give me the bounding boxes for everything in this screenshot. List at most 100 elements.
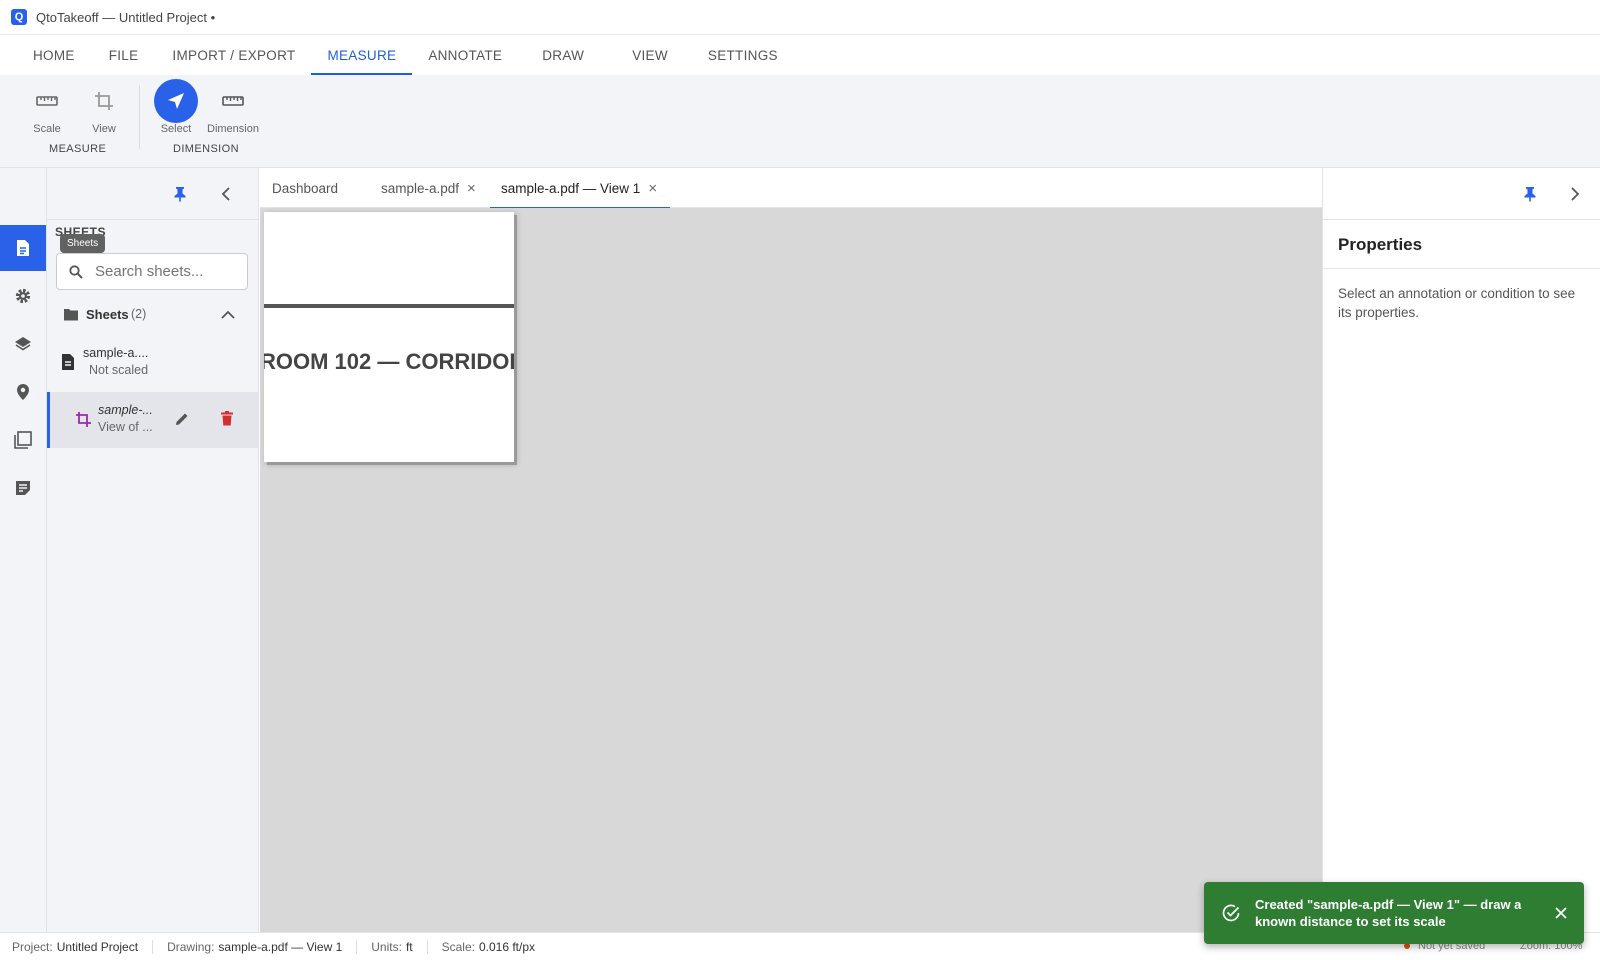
view-tool-button[interactable]: View [82,79,126,135]
check-circle-icon [1222,904,1240,922]
ribbon-divider [139,85,140,149]
search-sheets-field[interactable] [56,253,248,290]
dimension-group-label: DIMENSION [173,143,239,155]
menu-tab-file[interactable]: FILE [91,35,157,75]
sheet-room-label: ROOM 102 — CORRIDOR [264,349,514,375]
status-drawing-label: Drawing: [167,939,215,954]
status-project-value: Untitled Project [56,939,139,954]
menu-tab-draw[interactable]: DRAW [518,35,608,75]
scale-tool-button[interactable]: Scale [25,79,69,135]
menu-tab-measure[interactable]: MEASURE [311,35,413,75]
menu-tab-home[interactable]: HOME [17,35,91,75]
folder-label: Sheets [86,307,129,322]
layers-icon [15,337,31,351]
toast-notification: Created "sample-a.pdf — View 1" — draw a… [1204,882,1584,944]
dimension-tool-button[interactable]: Dimension [207,79,259,135]
chevron-up-icon[interactable] [221,310,235,319]
rail-pages-button[interactable] [0,417,46,463]
properties-panel-header [1323,168,1600,220]
dimension-tool-label: Dimension [207,123,259,135]
tab-dashboard[interactable]: Dashboard [272,168,338,208]
ruler-icon [211,79,255,123]
menu-tab-settings[interactable]: SETTINGS [692,35,794,75]
drawing-sheet: ROOM 102 — CORRIDOR [264,212,514,462]
rail-layers-button[interactable] [0,321,46,367]
crop-icon [76,412,91,427]
document-tab-bar: Dashboard sample-a.pdf × sample-a.pdf — … [260,168,1322,209]
ribbon-toolbar: Scale View Select Dimension MEASURE DIME… [0,75,1600,168]
status-project: Project: Untitled Project [12,939,154,954]
tab-sample-a-view-1[interactable]: sample-a.pdf — View 1 × [489,168,671,209]
main-menu: HOME FILE IMPORT / EXPORT MEASURE ANNOTA… [0,35,1600,75]
select-tool-button[interactable]: Select [154,79,198,135]
rail-settings-button[interactable] [0,273,46,319]
rail-locations-button[interactable] [0,369,46,415]
tab-label: sample-a.pdf — View 1 [501,180,641,196]
document-icon [17,240,29,256]
properties-divider [1323,268,1600,269]
properties-title: Properties [1338,235,1423,254]
window-title: QtoTakeoff — Untitled Project • [36,9,216,25]
sheets-panel: SHEETS Sheets Sheets (2) sample-a.... No… [47,168,259,932]
title-bar: Q QtoTakeoff — Untitled Project • [0,0,1600,35]
menu-tab-view[interactable]: VIEW [608,35,692,75]
sheets-folder-row[interactable]: Sheets (2) [47,300,258,328]
sheet-wall-line [264,304,514,308]
chevron-right-icon[interactable] [1570,187,1580,201]
tab-label: Dashboard [272,180,339,196]
folder-icon [64,309,78,321]
note-icon [16,481,30,495]
status-drawing: Drawing: sample-a.pdf — View 1 [167,939,358,954]
status-units-value: ft [405,939,413,954]
navigate-arrow-icon [154,79,198,123]
search-input[interactable] [95,263,235,280]
status-scale: Scale: 0.016 ft/px [442,940,549,954]
status-scale-label: Scale: [441,939,475,954]
menu-tab-import-export[interactable]: IMPORT / EXPORT [156,35,311,75]
gear-icon [15,288,31,304]
close-icon[interactable]: × [467,180,476,197]
status-project-label: Project: [12,939,53,954]
tab-label: sample-a.pdf [381,180,460,196]
chevron-left-icon[interactable] [221,187,231,201]
sheet-list-item[interactable]: sample-a.... Not scaled [47,338,258,390]
app-logo-icon: Q [11,9,27,25]
status-units-label: Units: [371,939,402,954]
sheet-view-item-selected[interactable]: sample-... View of ... [47,392,258,448]
close-icon[interactable] [1555,907,1567,919]
view-tool-label: View [92,123,116,135]
room-text: ROOM 102 — CORRIDOR [264,349,514,374]
properties-panel: Properties Select an annotation or condi… [1322,168,1600,932]
pin-icon[interactable] [1523,186,1537,202]
sheets-tooltip: Sheets [60,234,106,253]
toast-message: Created "sample-a.pdf — View 1" — draw a… [1255,897,1522,929]
pin-icon[interactable] [173,186,187,202]
tab-sample-a-pdf[interactable]: sample-a.pdf × [381,168,476,208]
rail-sheets-button[interactable] [0,225,46,271]
map-pin-icon [17,384,29,400]
ruler-icon [25,79,69,123]
folder-count: (2) [131,307,147,321]
menu-tab-annotate[interactable]: ANNOTATE [412,35,518,75]
crop-icon [82,79,126,123]
delete-trash-icon[interactable] [221,411,233,426]
search-icon [69,264,83,279]
edit-pencil-icon[interactable] [175,412,189,426]
measure-group-label: MEASURE [49,143,107,155]
status-drawing-value: sample-a.pdf — View 1 [218,939,343,954]
sheets-panel-header [47,168,258,220]
view-item-name: sample-... [98,403,153,417]
copy-pages-icon [14,431,32,449]
close-icon[interactable]: × [648,180,657,197]
scale-tool-label: Scale [33,123,61,135]
properties-hint: Select an annotation or condition to see… [1338,286,1576,320]
view-item-sub: View of ... [98,420,153,434]
sheet-item-status: Not scaled [89,363,149,377]
select-tool-label: Select [160,123,192,135]
sheet-item-name: sample-a.... [83,346,149,360]
side-icon-rail [0,168,47,932]
status-units: Units: ft [371,939,428,954]
rail-notes-button[interactable] [0,465,46,511]
document-icon [62,354,74,370]
drawing-canvas[interactable]: ROOM 102 — CORRIDOR [260,208,1322,932]
